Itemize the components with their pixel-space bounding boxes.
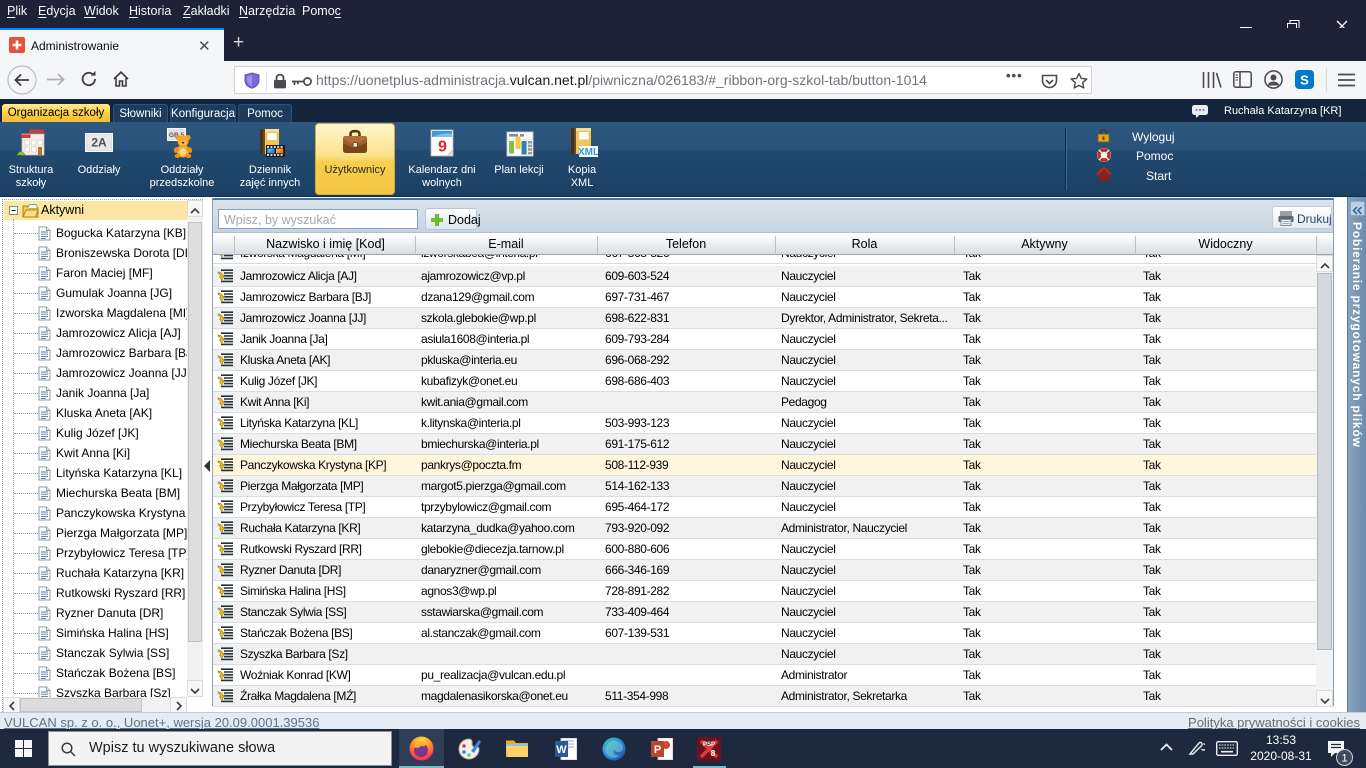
svg-text:9: 9 xyxy=(438,139,447,156)
svg-text:W: W xyxy=(556,744,567,756)
svg-text:XML: XML xyxy=(578,147,598,158)
svg-text:1: 1 xyxy=(1341,753,1347,765)
svg-text:8: 8 xyxy=(711,749,716,758)
svg-text:PSP: PSP xyxy=(703,742,715,748)
svg-text:S: S xyxy=(1300,73,1309,88)
svg-text:P: P xyxy=(654,744,661,756)
svg-text:2A: 2A xyxy=(91,136,107,150)
